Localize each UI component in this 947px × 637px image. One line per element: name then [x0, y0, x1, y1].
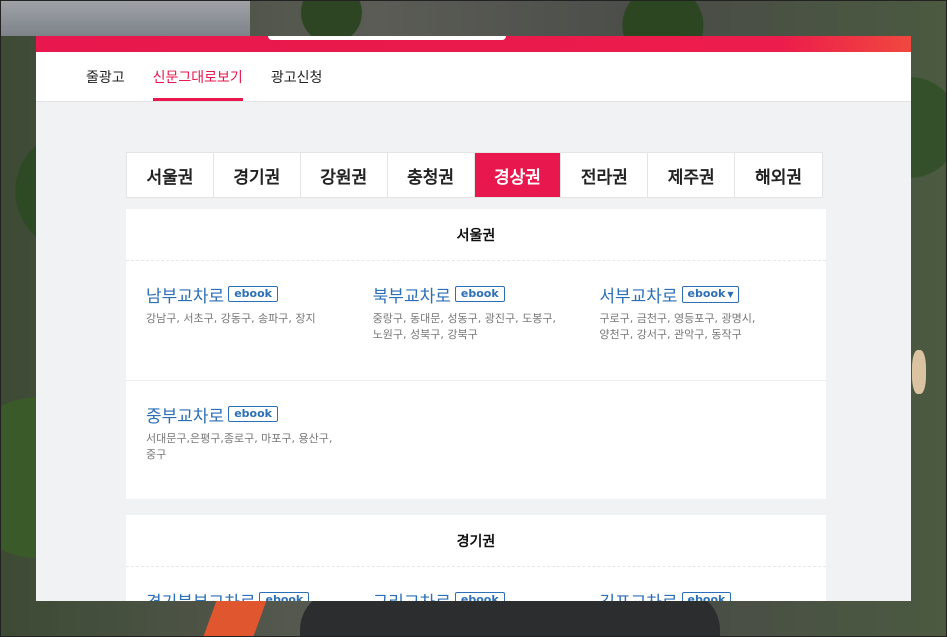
ebook-button[interactable]: ebook	[454, 592, 505, 601]
paper-areas: 서대문구,은평구,종로구, 마포구, 용산구, 중구	[146, 432, 333, 461]
region-title: 서울권	[126, 209, 826, 261]
paper-item: 경기북부교차로 ebook	[146, 587, 373, 601]
paper-link-guri[interactable]: 구리교차로	[373, 588, 451, 602]
background-roof	[0, 0, 250, 36]
paper-item: 남부교차로 ebook 강남구, 서초구, 강동구, 송파구, 장지	[146, 281, 373, 380]
paper-item: 구리교차로 ebook	[373, 587, 600, 601]
paper-areas: 구로구, 금천구, 영등포구, 광명시, 양천구, 강서구, 관악구, 동작구	[599, 312, 756, 341]
background-figure	[912, 350, 926, 394]
tab-jeolla[interactable]: 전라권	[561, 153, 649, 197]
ebook-button[interactable]: ebook	[259, 592, 310, 601]
ebook-dropdown-button[interactable]: ebook ▼	[681, 285, 740, 303]
tab-gangwon[interactable]: 강원권	[301, 153, 388, 197]
subnav-item-ad-request[interactable]: 광고신청	[271, 52, 323, 101]
paper-row: 남부교차로 ebook 강남구, 서초구, 강동구, 송파구, 장지 북부교차로…	[126, 261, 826, 380]
paper-link-gimpo[interactable]: 김포교차로	[599, 588, 677, 602]
paper-areas: 중랑구, 동대문, 성동구, 광진구, 도봉구, 노원구, 성북구, 강북구	[372, 312, 556, 341]
paper-item: 중부교차로 ebook 서대문구,은평구,종로구, 마포구, 용산구, 중구	[146, 401, 379, 499]
region-section-seoul: 서울권 남부교차로 ebook 강남구, 서초구, 강동구, 송파구, 장지 북…	[126, 209, 826, 499]
ebook-button[interactable]: ebook	[454, 286, 505, 302]
tab-chungcheong[interactable]: 충청권	[388, 153, 475, 197]
tab-gyeongsang[interactable]: 경상권	[474, 153, 562, 197]
tab-overseas[interactable]: 해외권	[735, 153, 822, 197]
tab-gyeonggi[interactable]: 경기권	[214, 153, 301, 197]
content-area: 서울권 경기권 강원권 충청권 경상권 전라권 제주권 해외권 서울권 남부교차…	[36, 102, 911, 601]
ebook-button[interactable]: ebook	[228, 406, 278, 422]
sub-navigation: 줄광고 신문그대로보기 광고신청	[36, 52, 911, 102]
paper-link-gyeonggi-bukbu[interactable]: 경기북부교차로	[146, 588, 255, 602]
top-bar-notch	[268, 36, 506, 40]
ebook-button[interactable]: ebook	[228, 286, 278, 302]
paper-row: 경기북부교차로 ebook 구리교차로 ebook 김포교차로 ebook	[126, 567, 826, 601]
main-panel: 줄광고 신문그대로보기 광고신청 서울권 경기권 강원권 충청권 경상권 전라권…	[36, 36, 911, 601]
paper-link-nambu[interactable]: 남부교차로	[146, 282, 224, 307]
region-section-gyeonggi: 경기권 경기북부교차로 ebook 구리교차로 ebook 김포교	[126, 515, 826, 601]
paper-row: 중부교차로 ebook 서대문구,은평구,종로구, 마포구, 용산구, 중구	[126, 380, 826, 499]
top-accent-bar	[36, 36, 911, 52]
tab-jeju[interactable]: 제주권	[648, 153, 736, 197]
region-tabs: 서울권 경기권 강원권 충청권 경상권 전라권 제주권 해외권	[126, 152, 823, 198]
paper-item: 북부교차로 ebook 중랑구, 동대문, 성동구, 광진구, 도봉구, 노원구…	[373, 281, 600, 380]
caret-down-icon: ▼	[727, 289, 734, 299]
paper-link-seobu[interactable]: 서부교차로	[599, 282, 677, 307]
paper-link-jungbu[interactable]: 중부교차로	[146, 402, 224, 427]
ebook-button[interactable]: ebook	[681, 592, 732, 601]
region-title: 경기권	[126, 515, 826, 567]
tab-seoul[interactable]: 서울권	[127, 153, 214, 197]
paper-link-bukbu[interactable]: 북부교차로	[373, 282, 451, 307]
subnav-item-newspaper-view[interactable]: 신문그대로보기	[152, 52, 243, 101]
paper-areas: 강남구, 서초구, 강동구, 송파구, 장지	[146, 312, 316, 325]
paper-item: 김포교차로 ebook	[599, 587, 826, 601]
ebook-label: ebook	[687, 286, 726, 300]
paper-item: 서부교차로 ebook ▼ 구로구, 금천구, 영등포구, 광명시, 양천구, 강…	[599, 281, 826, 380]
subnav-item-classified[interactable]: 줄광고	[86, 52, 125, 101]
